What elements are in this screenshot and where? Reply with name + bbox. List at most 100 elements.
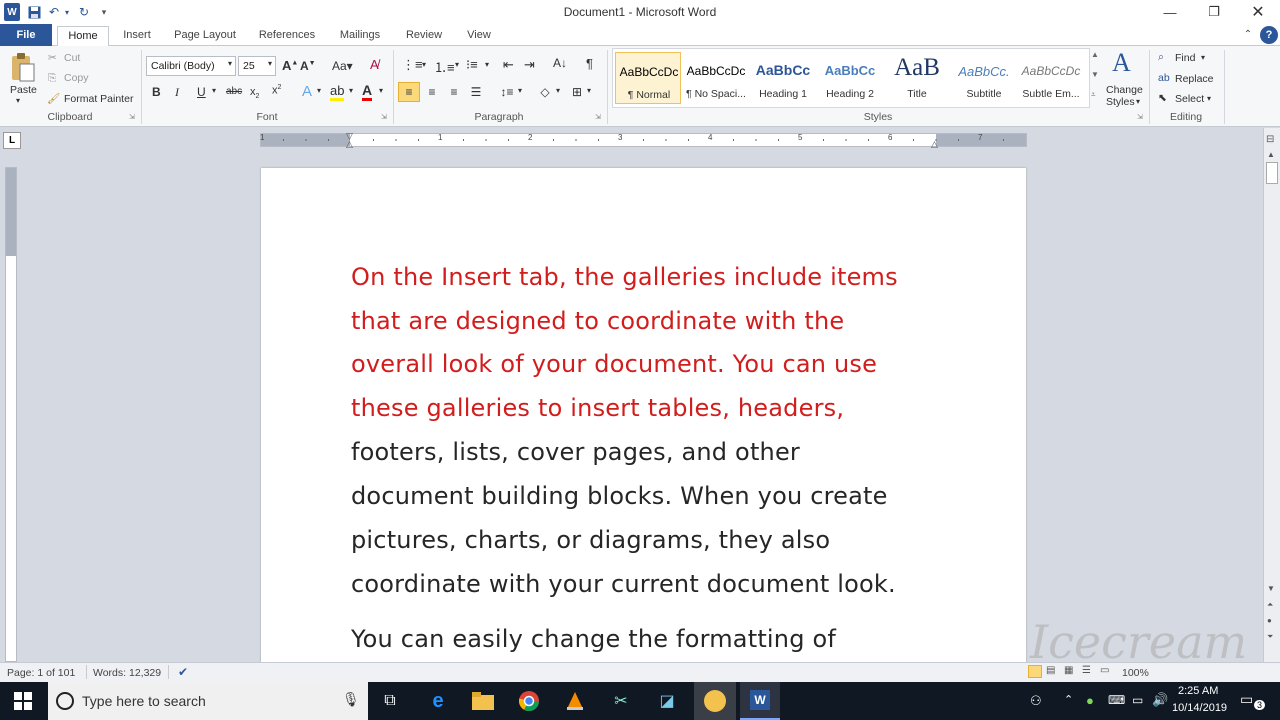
proofing-icon[interactable]: ✔ (178, 665, 188, 679)
multilevel-list-icon[interactable]: ⁝≡ (466, 57, 478, 73)
draft-view-icon[interactable]: ▭ (1100, 665, 1109, 676)
tab-view[interactable]: View (458, 27, 500, 46)
select-button[interactable]: Select (1175, 93, 1204, 105)
line-spacing-icon[interactable]: ↕≡ (498, 82, 516, 102)
paste-button[interactable]: Paste (10, 84, 37, 96)
minimize-button[interactable]: — (1148, 0, 1192, 24)
find-button[interactable]: Find (1175, 52, 1195, 64)
change-styles-dropdown-icon[interactable]: ▾ (1136, 97, 1140, 106)
document-line[interactable]: coordinate with your current document lo… (351, 570, 896, 598)
bullets-dropdown-icon[interactable]: ▾ (422, 60, 426, 69)
help-icon[interactable]: ? (1260, 26, 1278, 44)
task-view-icon[interactable]: ⧉ (377, 690, 403, 712)
full-screen-reading-view-icon[interactable]: ▤ (1046, 665, 1055, 676)
styles-more-icon[interactable]: ⩡ (1091, 90, 1096, 100)
paragraph-launcher-icon[interactable]: ⇲ (595, 113, 601, 121)
font-size-dropdown-icon[interactable]: ▾ (268, 59, 272, 68)
justify-icon[interactable]: ☰ (467, 82, 485, 102)
font-launcher-icon[interactable]: ⇲ (381, 113, 387, 121)
text-effects-icon[interactable]: A (302, 83, 312, 100)
font-name-combo[interactable]: Calibri (Body) (146, 56, 236, 76)
document-line[interactable]: pictures, charts, or diagrams, they also (351, 526, 830, 554)
style-subtle-emphasis[interactable]: AaBbCcDc Subtle Em... (1018, 52, 1084, 104)
volume-icon[interactable]: 🔊 (1152, 692, 1168, 708)
language-icon[interactable]: ⌨ (1108, 693, 1125, 707)
borders-dropdown-icon[interactable]: ▾ (587, 86, 591, 95)
underline-icon[interactable]: U (197, 85, 206, 99)
action-center-icon[interactable]: ▭ (1240, 691, 1253, 708)
people-icon[interactable]: ⚇ (1030, 693, 1042, 709)
show-hidden-icons-icon[interactable]: ⌃ (1064, 693, 1073, 706)
document-line[interactable]: You can easily change the formatting of (351, 625, 836, 653)
replace-button[interactable]: Replace (1175, 73, 1214, 85)
italic-icon[interactable]: I (175, 85, 179, 100)
web-layout-view-icon[interactable]: ▦ (1064, 665, 1073, 676)
clock-time[interactable]: 2:25 AM (1178, 685, 1218, 697)
change-styles-icon[interactable]: A (1112, 48, 1131, 78)
find-icon[interactable]: ⌕ (1158, 51, 1164, 64)
scroll-down-icon[interactable]: ▼ (1267, 584, 1275, 593)
clock-date[interactable]: 10/14/2019 (1172, 702, 1227, 714)
right-indent-marker[interactable]: △ (931, 139, 938, 150)
style-heading-2[interactable]: AaBbCc Heading 2 (817, 52, 883, 104)
snipping-tool-icon[interactable]: ✂ (608, 690, 634, 712)
style-subtitle[interactable]: AaBbCc. Subtitle (951, 52, 1017, 104)
select-browse-object-icon[interactable]: ● (1267, 616, 1272, 625)
font-color-dropdown-icon[interactable]: ▾ (379, 86, 383, 95)
select-icon[interactable]: ⬉ (1158, 92, 1167, 104)
borders-icon[interactable]: ⊞ (568, 82, 586, 102)
paste-dropdown-icon[interactable]: ▾ (16, 96, 20, 105)
styles-scroll-down-icon[interactable]: ▼ (1091, 70, 1099, 79)
icecream-recorder-taskbar-item[interactable] (694, 682, 736, 720)
ruler-toggle-icon[interactable]: ⊟ (1266, 134, 1274, 145)
increase-indent-icon[interactable]: ⇥ (524, 57, 535, 73)
vertical-scrollbar[interactable]: ⊟ ▲ ▼ ⏶ ● ⏷ (1263, 128, 1280, 662)
tab-insert[interactable]: Insert (115, 27, 159, 46)
styles-scroll-up-icon[interactable]: ▲ (1091, 50, 1099, 59)
outline-view-icon[interactable]: ☰ (1082, 665, 1091, 676)
restore-button[interactable]: ❐ (1192, 0, 1236, 24)
tab-review[interactable]: Review (398, 27, 450, 46)
style-no-spacing[interactable]: AaBbCcDc ¶ No Spaci... (683, 52, 749, 104)
previous-page-icon[interactable]: ⏶ (1267, 600, 1273, 610)
align-center-icon[interactable]: ≡ (423, 82, 441, 102)
align-right-icon[interactable]: ≡ (445, 82, 463, 102)
windows-start-icon[interactable] (10, 690, 36, 712)
document-line[interactable]: that are designed to coordinate with the (351, 307, 844, 335)
strikethrough-icon[interactable]: abc (226, 86, 242, 97)
tab-page-layout[interactable]: Page Layout (168, 27, 242, 46)
shading-dropdown-icon[interactable]: ▾ (556, 86, 560, 95)
left-indent-marker[interactable]: △ (346, 139, 353, 150)
numbering-dropdown-icon[interactable]: ▾ (455, 60, 459, 69)
bold-icon[interactable]: B (152, 85, 161, 99)
style-normal[interactable]: AaBbCcDc ¶ Normal (615, 52, 681, 104)
clipboard-launcher-icon[interactable]: ⇲ (129, 113, 135, 121)
document-line[interactable]: overall look of your document. You can u… (351, 350, 877, 378)
styles-launcher-icon[interactable]: ⇲ (1137, 113, 1143, 121)
superscript-icon[interactable]: x2 (272, 84, 281, 97)
shading-icon[interactable]: ◇ (536, 82, 554, 102)
page-count[interactable]: Page: 1 of 101 (7, 667, 75, 679)
underline-dropdown-icon[interactable]: ▾ (212, 86, 216, 95)
file-explorer-icon[interactable] (470, 690, 496, 712)
show-formatting-icon[interactable]: ¶ (586, 56, 593, 71)
document-line[interactable]: footers, lists, cover pages, and other (351, 438, 800, 466)
change-styles-button[interactable]: Change (1106, 84, 1143, 96)
zoom-level[interactable]: 100% (1122, 667, 1149, 679)
vlc-icon[interactable] (562, 690, 588, 712)
change-styles-button-line2[interactable]: Styles (1106, 96, 1135, 108)
tab-mailings[interactable]: Mailings (332, 27, 388, 46)
collapse-ribbon-icon[interactable]: ⌃ (1240, 27, 1256, 46)
highlight-icon[interactable]: ab (330, 83, 345, 101)
microphone-icon[interactable]: 🎙 (342, 691, 360, 708)
bullets-icon[interactable]: ⋮≡ (402, 57, 423, 73)
text-effects-dropdown-icon[interactable]: ▾ (317, 86, 321, 95)
vertical-ruler[interactable] (5, 167, 17, 662)
font-name-dropdown-icon[interactable]: ▾ (228, 59, 232, 68)
replace-icon[interactable]: ab (1158, 72, 1170, 84)
clear-formatting-icon[interactable]: A̸ (370, 57, 379, 72)
notes-app-icon[interactable]: ◪ (654, 690, 680, 712)
align-left-icon[interactable]: ≡ (398, 82, 420, 102)
tab-references[interactable]: References (252, 27, 322, 46)
taskbar-search-box[interactable]: Type here to search 🎙 (48, 682, 368, 720)
